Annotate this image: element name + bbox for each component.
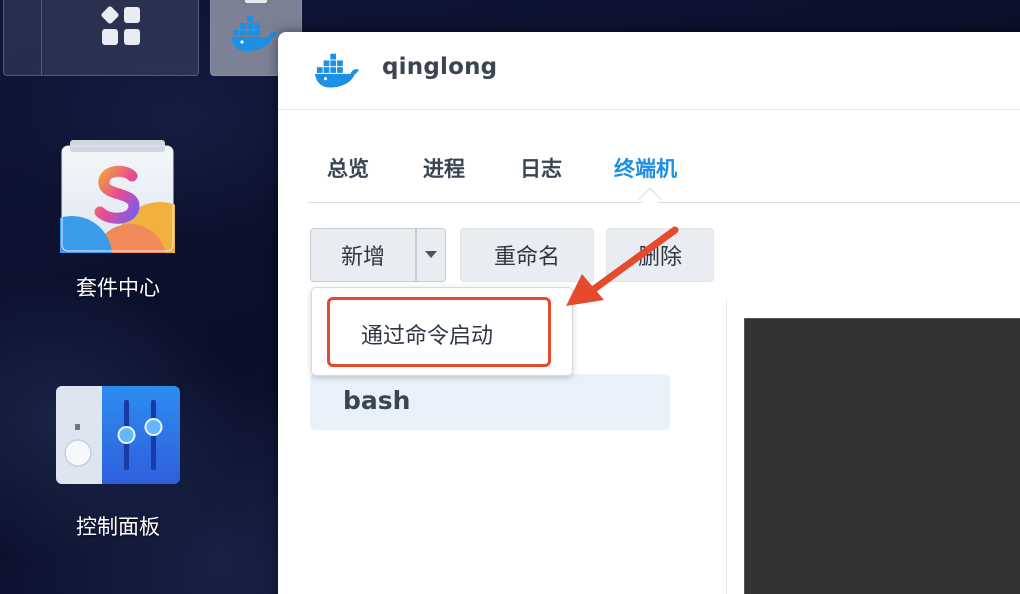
new-button[interactable]: 新增: [310, 228, 416, 282]
package-center-icon[interactable]: [32, 138, 204, 296]
terminal-session-item[interactable]: bash: [310, 374, 670, 430]
tab-processes[interactable]: 进程: [423, 153, 465, 183]
active-tab-indicator: [638, 187, 662, 211]
taskbar-left-cap: [3, 0, 41, 76]
terminal-console[interactable]: [744, 318, 1020, 594]
control-panel-label: 控制面板: [76, 515, 160, 539]
tab-terminal[interactable]: 终端机: [614, 153, 677, 183]
tab-logs[interactable]: 日志: [520, 153, 562, 183]
new-dropdown-menu: 通过命令启动: [311, 287, 573, 376]
window-title: qinglong: [382, 54, 498, 80]
new-dropdown-toggle[interactable]: [416, 228, 446, 282]
docker-whale-icon: [231, 16, 277, 52]
taskbar-main-menu-button[interactable]: [41, 0, 199, 76]
main-menu-grid-icon: [100, 5, 142, 51]
panel-divider: [726, 300, 727, 594]
annotation-arrow-icon: [566, 226, 679, 306]
terminal-session-label: bash: [343, 386, 411, 415]
qinglong-container-window: qinglong 总览 进程 日志 终端机 新增 重命名 删除 bash 通过命…: [278, 32, 1020, 594]
window-header: qinglong: [278, 32, 1020, 110]
taskbar-indicator: [245, 0, 267, 3]
tab-overview[interactable]: 总览: [327, 153, 369, 183]
tab-bar: 总览 进程 日志 终端机: [308, 147, 1020, 211]
package-center-label: 套件中心: [76, 276, 160, 300]
dropdown-item-label: 通过命令启动: [361, 324, 494, 349]
dropdown-item-start-by-command[interactable]: 通过命令启动: [327, 297, 551, 367]
docker-whale-icon: [314, 53, 360, 88]
caret-down-icon: [425, 251, 437, 258]
control-panel-icon[interactable]: [56, 386, 180, 484]
